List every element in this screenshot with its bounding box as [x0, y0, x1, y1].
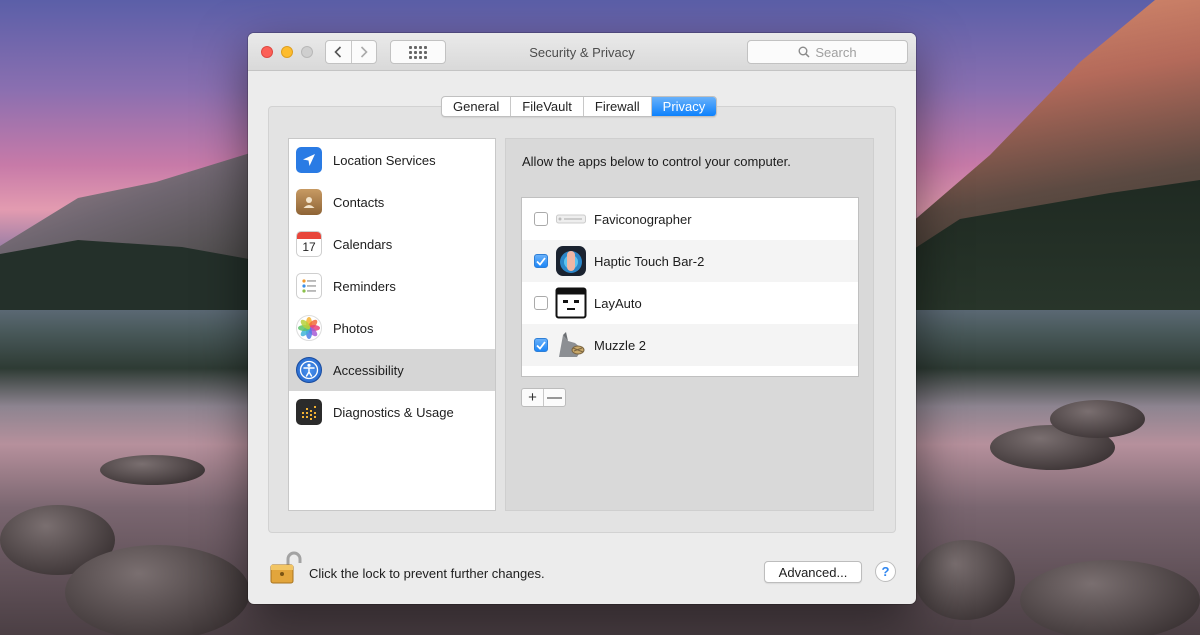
app-name: LayAuto: [594, 295, 642, 311]
add-remove-buttons: + —: [521, 388, 566, 407]
app-list: Faviconographer Haptic Touch Bar-2 LayAu…: [521, 197, 859, 377]
wallpaper-rock: [1020, 560, 1200, 635]
remove-app-button[interactable]: —: [543, 389, 565, 406]
haptic-touch-bar-icon: [555, 245, 587, 277]
diagnostics-grid-icon: [296, 399, 322, 425]
wallpaper-rock: [100, 455, 205, 485]
wallpaper-rock: [65, 545, 250, 635]
photos-flower-icon: [296, 315, 322, 341]
sidebar-item-label: Calendars: [333, 236, 393, 252]
layauto-icon: [555, 287, 587, 319]
sidebar-item-label: Accessibility: [333, 362, 404, 378]
checkmark-icon: [536, 256, 546, 266]
lock-button[interactable]: [268, 550, 302, 586]
accessibility-person-icon: [296, 357, 322, 383]
app-name: Haptic Touch Bar-2: [594, 253, 705, 269]
tab-privacy[interactable]: Privacy: [650, 97, 717, 116]
app-checkbox[interactable]: [534, 296, 548, 310]
location-arrow-icon: [296, 147, 322, 173]
search-icon: [798, 46, 810, 58]
title-bar: Security & Privacy Search: [248, 33, 916, 71]
app-row-layauto[interactable]: LayAuto: [522, 282, 858, 324]
sidebar-item-diagnostics-usage[interactable]: Diagnostics & Usage: [289, 391, 495, 433]
privacy-detail-pane: Allow the apps below to control your com…: [505, 138, 874, 511]
sidebar-item-label: Reminders: [333, 278, 396, 294]
sidebar-item-label: Location Services: [333, 152, 436, 168]
muzzle-icon: [555, 329, 587, 361]
app-name: Faviconographer: [594, 211, 692, 227]
advanced-button[interactable]: Advanced...: [764, 561, 862, 583]
wallpaper-rock: [1050, 400, 1145, 438]
app-checkbox[interactable]: [534, 212, 548, 226]
lock-status-text: Click the lock to prevent further change…: [309, 566, 545, 581]
tab-firewall[interactable]: Firewall: [582, 97, 651, 116]
app-row-haptic-touch-bar[interactable]: Haptic Touch Bar-2: [522, 240, 858, 282]
tab-bar: General FileVault Firewall Privacy: [441, 96, 718, 117]
sidebar-item-location-services[interactable]: Location Services: [289, 139, 495, 181]
sidebar-item-photos[interactable]: Photos: [289, 307, 495, 349]
app-name: Muzzle 2: [594, 337, 647, 353]
tab-filevault[interactable]: FileVault: [510, 97, 583, 116]
app-row-muzzle[interactable]: Muzzle 2: [522, 324, 858, 366]
preferences-window: Security & Privacy Search General FileVa…: [248, 33, 916, 604]
privacy-category-list: Location Services Contacts 17 Calendars: [288, 138, 496, 511]
help-button[interactable]: ?: [875, 561, 896, 582]
calendar-icon: 17: [296, 231, 322, 257]
reminders-list-icon: [296, 273, 322, 299]
search-placeholder: Search: [815, 44, 857, 60]
unlocked-padlock-icon: [270, 551, 302, 584]
sidebar-item-label: Contacts: [333, 194, 385, 210]
tab-general[interactable]: General: [442, 97, 510, 116]
checkmark-icon: [536, 340, 546, 350]
app-row-faviconographer[interactable]: Faviconographer: [522, 198, 858, 240]
faviconographer-icon: [555, 203, 587, 235]
wallpaper-rock: [915, 540, 1015, 620]
search-field[interactable]: Search: [747, 40, 908, 64]
pane-description: Allow the apps below to control your com…: [522, 154, 791, 169]
sidebar-item-label: Photos: [333, 320, 374, 336]
sidebar-item-contacts[interactable]: Contacts: [289, 181, 495, 223]
sidebar-item-calendars[interactable]: 17 Calendars: [289, 223, 495, 265]
sidebar-item-accessibility[interactable]: Accessibility: [289, 349, 495, 391]
app-checkbox[interactable]: [534, 254, 548, 268]
sidebar-item-label: Diagnostics & Usage: [333, 404, 454, 420]
sidebar-item-reminders[interactable]: Reminders: [289, 265, 495, 307]
add-app-button[interactable]: +: [522, 389, 543, 406]
app-checkbox[interactable]: [534, 338, 548, 352]
contacts-book-icon: [296, 189, 322, 215]
